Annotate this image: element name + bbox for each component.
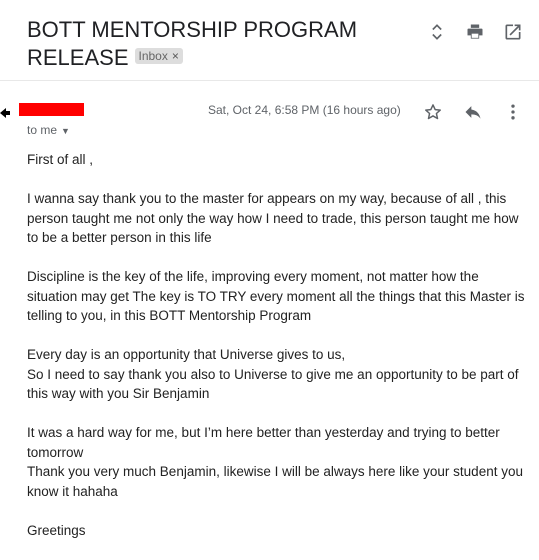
message-paragraph: First of all , [27,150,527,170]
open-in-new-icon [505,24,521,40]
recipient-dropdown[interactable]: to me ▼ [27,123,70,137]
print-icon [467,24,483,39]
star-icon [425,104,441,120]
message-line: person taught me not only the way how I … [27,210,519,226]
print-button[interactable] [463,20,487,44]
star-button[interactable] [421,100,445,124]
message-actions [421,100,525,124]
message-paragraph: Discipline is the key of the life, impro… [27,267,527,326]
header-divider [0,80,539,81]
open-in-new-window-button[interactable] [501,20,525,44]
reply-icon [465,106,481,119]
chevron-down-icon: ▼ [61,125,70,136]
message-line: situation may get The key is TO TRY ever… [27,288,525,304]
message-line: So I need to say thank you also to Unive… [27,366,519,382]
message-line: I wanna say thank you to the master for … [27,191,507,206]
message-line: First of all , [27,152,94,167]
message-line: Every day is an opportunity that Univers… [27,347,346,362]
email-subject-area: BOTT MENTORSHIP PROGRAM RELEASE Inbox × [27,16,427,72]
inbox-label-badge: Inbox × [134,48,183,65]
message-paragraph: Every day is an opportunity that Univers… [27,345,527,404]
message-line: Thank you very much Benjamin, likewise I… [27,464,523,479]
thread-actions [425,20,525,44]
sender-name-redacted [19,103,84,116]
message-line: It was a hard way for me, but I’m here b… [27,425,500,440]
unfold-more-icon [432,24,442,40]
subject-line-2: RELEASE Inbox × [27,44,427,72]
arrow-icon [0,108,10,118]
remove-label-button[interactable]: × [172,49,179,63]
more-options-button[interactable] [501,100,525,124]
reply-button[interactable] [461,100,485,124]
message-paragraph: Greetings [27,521,527,541]
more-vert-icon [511,104,515,120]
inbox-label-text: Inbox [138,49,168,64]
message-paragraph: I wanna say thank you to the master for … [27,189,527,248]
message-line: to be a better person in this life [27,230,212,245]
subject-line-2-text: RELEASE [27,45,129,70]
message-line: Discipline is the key of the life, impro… [27,269,479,284]
subject-line-1: BOTT MENTORSHIP PROGRAM [27,17,358,42]
message-line: Greetings [27,522,86,538]
message-line: know it hahaha [27,483,118,499]
expand-all-button[interactable] [425,20,449,44]
message-line: telling to you, in this BOTT Mentorship … [27,308,312,323]
message-line: tomorrow [27,444,84,460]
email-subject: BOTT MENTORSHIP PROGRAM RELEASE Inbox × [27,16,427,72]
message-date: Sat, Oct 24, 6:58 PM (16 hours ago) [208,103,401,117]
recipient-text: to me [27,123,58,137]
message-body: First of all , I wanna say thank you to t… [27,150,527,560]
message-line: this way with you Sir Benjamin [27,386,210,401]
message-paragraph: It was a hard way for me, but I’m here b… [27,423,527,501]
